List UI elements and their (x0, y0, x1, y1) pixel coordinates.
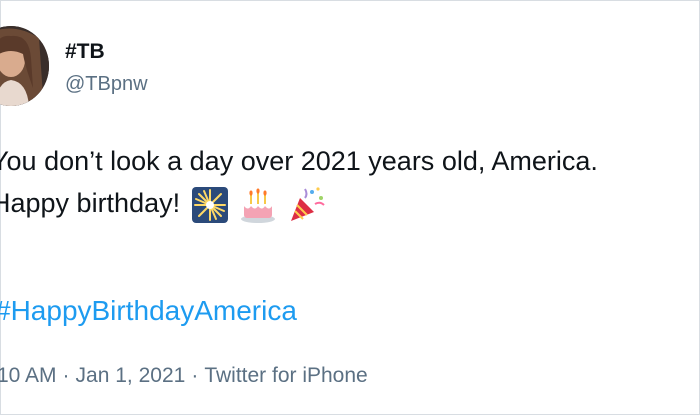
meta-separator: · (62, 364, 70, 387)
tweet-header: #TB @TBpnw (0, 1, 699, 121)
tweet-card: #TB @TBpnw You don’t look a day over 202… (0, 0, 700, 415)
birthday-cake-icon (239, 186, 277, 224)
avatar-image (0, 26, 49, 106)
tweet-date[interactable]: Jan 1, 2021 (76, 364, 186, 387)
tweet-text-line-2: Happy birthday! (0, 188, 181, 218)
tweet-text: You don’t look a day over 2021 years old… (0, 141, 700, 225)
tweet-body: You don’t look a day over 2021 years old… (0, 141, 700, 225)
user-handle[interactable]: @TBpnw (65, 72, 148, 96)
tweet-meta: 10 AM · Jan 1, 2021 · Twitter for iPhone (0, 361, 368, 391)
tweet-text-line-1: You don’t look a day over 2021 years old… (0, 146, 598, 176)
party-popper-icon (288, 186, 326, 224)
author-block: #TB @TBpnw (65, 39, 148, 96)
tweet-source[interactable]: Twitter for iPhone (204, 364, 367, 387)
hashtag-link[interactable]: #HappyBirthdayAmerica (0, 291, 297, 331)
sparkler-icon (191, 186, 229, 224)
tweet-text-line-2-wrap: Happy birthday! (0, 183, 700, 225)
avatar[interactable] (0, 26, 49, 106)
display-name[interactable]: #TB (65, 39, 148, 65)
meta-separator-2: · (191, 364, 199, 387)
tweet-time[interactable]: 10 AM (0, 364, 57, 387)
